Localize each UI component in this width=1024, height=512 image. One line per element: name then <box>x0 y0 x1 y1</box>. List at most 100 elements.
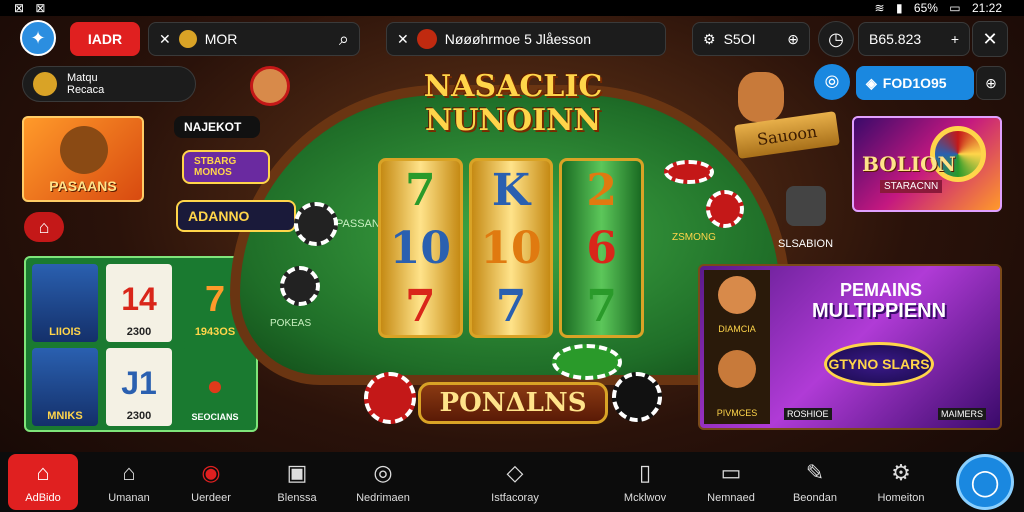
refresh-icon[interactable]: ⦾ <box>814 64 850 100</box>
account-text: Matqu Recaca <box>67 72 104 96</box>
grid-tile-label: LIIOIS <box>49 326 81 338</box>
plus-icon[interactable]: + <box>951 31 959 47</box>
nav-item[interactable]: ◇ Istfacoray <box>470 452 560 512</box>
feature-tile[interactable]: PASAANS <box>22 116 144 202</box>
nav-label: Beondan <box>792 492 838 504</box>
card-icon: ▣ <box>286 460 308 485</box>
game-title-line-1: NASACLIC <box>423 69 603 104</box>
avatar <box>33 72 57 96</box>
reel-3: 2 6 7 <box>559 158 645 338</box>
notification-icon: ⊠ <box>35 1 46 15</box>
mask-label: SLSABION <box>778 238 834 250</box>
feature-tile-label: PASAANS <box>49 178 117 194</box>
left-avatar-column: DIAMCIA PIVMCES <box>704 270 770 424</box>
promo-center-badge: GTYNO SLARS <box>824 342 934 386</box>
nav-item[interactable]: ⚙ Homeiton <box>856 452 946 512</box>
close-icon[interactable]: ✕ <box>397 31 409 48</box>
balance-value-1: S5OI <box>723 31 756 47</box>
notice-text: Nøøøhrmoe 5 Jlåesson <box>444 31 592 47</box>
badge-button[interactable]: IADR <box>70 22 140 56</box>
promo-tag[interactable]: STBARG MONOS <box>182 150 270 184</box>
nav-item[interactable]: ▯ Mcklwov <box>600 452 690 512</box>
felt-text: ZSMONG <box>672 232 716 243</box>
grid-tile[interactable]: J1 2300 <box>106 348 172 426</box>
clock-icon[interactable]: ◷ <box>818 21 854 57</box>
scroll-banner-label: Sauoon <box>755 121 819 149</box>
promo-pill[interactable]: ◈ FOD1O95 <box>856 66 974 100</box>
promo-tile-wheel[interactable]: BOLION STARACNN <box>852 116 1002 212</box>
chip-icon <box>364 372 416 424</box>
clock: 21:22 <box>971 1 1002 15</box>
nav-item[interactable]: ▭ Nemnaed <box>686 452 776 512</box>
felt-text: POKEAS <box>270 318 312 329</box>
chip-icon <box>552 344 622 380</box>
screen-icon: ▭ <box>720 460 742 485</box>
promo-tag[interactable]: ADANNO <box>176 200 296 232</box>
promo-center-label: GTYNO SLARS <box>828 356 930 372</box>
nav-item[interactable]: ✎ Beondan <box>770 452 860 512</box>
nav-label: Nedrimaen <box>356 492 410 504</box>
grid-tile-label: SEOCIANS <box>191 412 239 422</box>
promo-bottom-label: ROSHIOE <box>784 408 832 420</box>
grid-tile-value: 7 <box>204 278 226 319</box>
add-icon[interactable]: ⊕ <box>787 31 799 48</box>
gear-icon: ⚙ <box>703 30 716 47</box>
promo-bottom-label: MAIMERS <box>938 408 987 420</box>
nav-label: Blenssa <box>277 492 317 504</box>
home-icon: ⌂ <box>38 216 50 237</box>
grid-tile-label: 2300 <box>126 410 152 422</box>
reel-symbol: 7 <box>495 280 527 332</box>
account-pill[interactable]: Matqu Recaca <box>22 66 196 102</box>
games-grid: LIIOIS 14 2300 7 1943OS MNIKS J1 2300 ● … <box>24 256 258 432</box>
reel-2: K 10 7 <box>468 158 554 338</box>
chip-icon <box>612 372 662 422</box>
tool-icon: ✎ <box>805 460 825 485</box>
grid-tile[interactable]: ● SEOCIANS <box>182 348 248 426</box>
game-logo: NASACLIC NUNOINN <box>418 70 608 150</box>
grid-tile-value: J1 <box>121 365 157 401</box>
notice-bar[interactable]: ✕ Nøøøhrmoe 5 Jlåesson <box>386 22 666 56</box>
nav-item-home[interactable]: ⌂ AdBido <box>8 454 78 510</box>
balance-pill-2[interactable]: B65.823 + <box>858 22 970 56</box>
flame-icon <box>416 29 437 49</box>
multiplier-promo[interactable]: DIAMCIA PIVMCES PEMAINS MULTIPPIENN GTYN… <box>698 264 1002 430</box>
nav-label: Umanan <box>108 492 150 504</box>
close-icon[interactable]: ✕ <box>972 21 1008 57</box>
grid-tile[interactable]: LIIOIS <box>32 264 98 342</box>
diamond-icon: ◇ <box>506 460 524 485</box>
bottom-nav: ⌂ AdBido ⌂ Umanan ◉ Uerdeer ▣ Blenssa ◎ … <box>0 452 1024 512</box>
reel-symbol: K <box>491 164 531 216</box>
search-input[interactable]: ✕ MOR ⌕ <box>148 22 360 56</box>
badge-label: IADR <box>87 31 123 47</box>
home-button[interactable]: ⌂ <box>24 212 64 242</box>
add-icon[interactable]: ⊕ <box>976 66 1006 100</box>
avatar <box>718 350 756 388</box>
nav-item[interactable]: ⌂ Umanan <box>84 452 174 512</box>
nav-item[interactable]: ▣ Blenssa <box>252 452 342 512</box>
grid-tile-label: MNIKS <box>47 410 83 422</box>
chip-icon <box>280 266 320 306</box>
home-icon: ⌂ <box>36 460 50 485</box>
promo-pill-label: FOD1O95 <box>882 75 947 91</box>
grid-tile[interactable]: 14 2300 <box>106 264 172 342</box>
bonus-button[interactable]: PONΔLNS <box>418 382 608 424</box>
reel-symbol: 10 <box>389 222 451 274</box>
medal-icon: ◎ <box>373 460 393 485</box>
chat-icon[interactable]: ◯ <box>956 454 1014 510</box>
star-icon[interactable]: ✦ <box>20 20 56 56</box>
game-title-line-2: NUNOINN <box>424 103 601 138</box>
coin-icon <box>178 30 197 48</box>
house-icon: ⌂ <box>122 460 136 485</box>
grid-tile[interactable]: MNIKS <box>32 348 98 426</box>
lion-icon <box>60 126 108 174</box>
close-icon[interactable]: ✕ <box>159 31 171 48</box>
nav-item[interactable]: ◉ Uerdeer <box>166 452 256 512</box>
dealer-avatar <box>250 66 290 106</box>
promo-title-line-2: MULTIPPIENN <box>812 300 947 322</box>
nav-item[interactable]: ◎ Nedrimaen <box>338 452 428 512</box>
reel-1: 7 10 7 <box>378 158 463 338</box>
balance-pill-1[interactable]: ⚙ S5OI ⊕ <box>692 22 810 56</box>
nav-label: Uerdeer <box>191 492 231 504</box>
search-icon[interactable]: ⌕ <box>339 29 349 50</box>
nav-label: Nemnaed <box>707 492 755 504</box>
